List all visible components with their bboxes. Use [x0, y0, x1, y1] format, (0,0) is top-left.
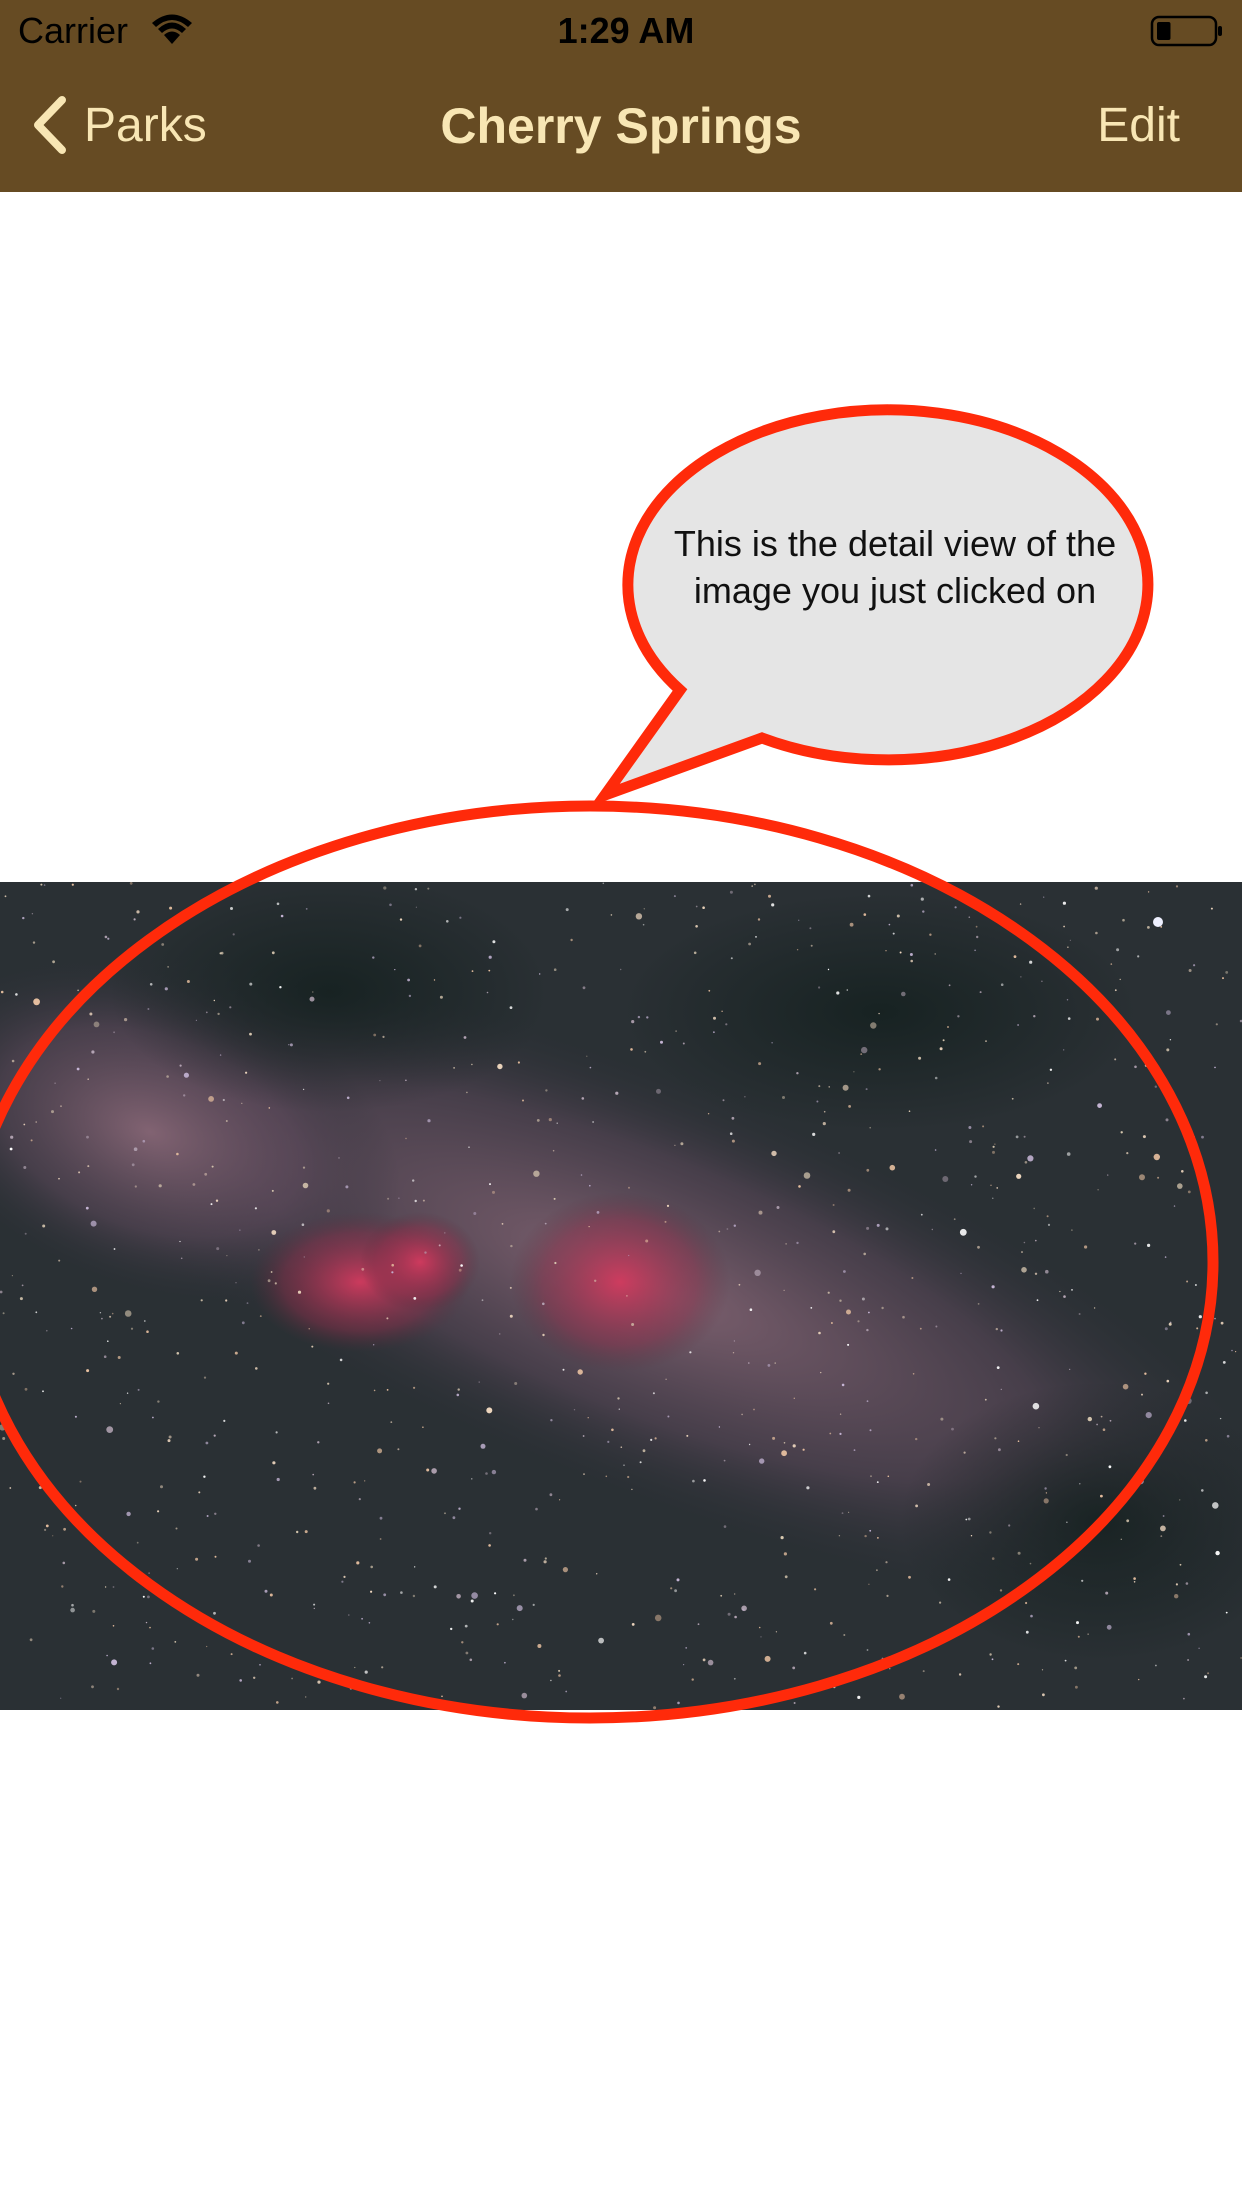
milky-way-photo	[0, 882, 1242, 1710]
status-time: 1:29 AM	[557, 10, 695, 51]
edit-button[interactable]: Edit	[1097, 96, 1180, 156]
status-bar: Carrier 1:29 AM	[0, 0, 1242, 62]
back-button[interactable]: Parks	[30, 90, 207, 160]
back-label: Parks	[84, 98, 207, 152]
navigation-bar: Parks Cherry Springs Edit	[0, 62, 1242, 192]
callout-text: This is the detail view of the image you…	[673, 523, 1117, 611]
battery-icon	[1150, 15, 1222, 47]
chevron-left-icon	[34, 96, 66, 154]
top-bar: Carrier 1:29 AM Parks Cherry Springs Edi…	[0, 0, 1242, 192]
